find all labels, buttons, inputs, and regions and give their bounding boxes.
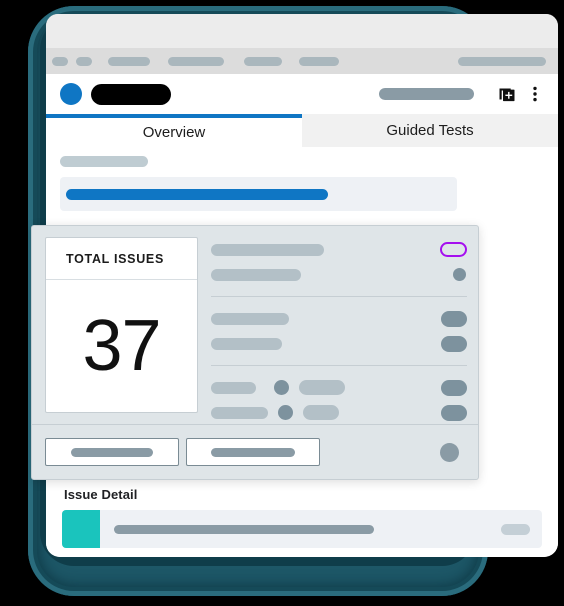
toolbar-item-placeholder-3[interactable]: [244, 56, 282, 66]
issue-detail-text-placeholder: [114, 524, 374, 534]
issue-detail-tag-placeholder: [501, 523, 530, 535]
browser-titlebar[interactable]: [46, 14, 558, 48]
total-issues-header: TOTAL ISSUES: [46, 238, 197, 280]
overflow-menu-icon[interactable]: [524, 83, 546, 105]
issue-detail-section: Issue Detail: [46, 487, 558, 548]
progress-bar-track: [60, 177, 457, 211]
issues-list: [198, 226, 478, 424]
overlay-footer-action-dot[interactable]: [440, 442, 459, 462]
issues-list-row[interactable]: [211, 400, 467, 425]
row-inline-dot: [278, 405, 293, 420]
highlighted-status-pill[interactable]: [440, 242, 467, 257]
toolbar-item-placeholder-1[interactable]: [108, 56, 150, 66]
app-title-redacted: [91, 83, 171, 105]
issue-severity-swatch: [62, 510, 100, 548]
row-inline-dot: [274, 380, 289, 395]
tab-overview-label: Overview: [142, 124, 206, 141]
row-title-placeholder: [211, 381, 256, 394]
progress-bar-fill: [66, 189, 328, 200]
row-inline-chip: [299, 380, 345, 395]
overlay-primary-button[interactable]: [45, 438, 179, 466]
total-issues-body: 37: [46, 280, 197, 412]
row-status-chip[interactable]: [441, 335, 467, 352]
row-title-placeholder: [211, 243, 324, 256]
app-header: [46, 74, 558, 114]
brand-logo-icon: [60, 83, 82, 105]
row-title-placeholder: [211, 406, 268, 419]
row-title-placeholder: [211, 268, 301, 281]
toolbar-address-placeholder[interactable]: [458, 56, 546, 66]
row-status-dot[interactable]: [453, 268, 466, 281]
issue-detail-row[interactable]: [62, 510, 542, 548]
issues-list-row[interactable]: [211, 306, 467, 331]
issue-detail-title: Issue Detail: [64, 487, 138, 502]
toolbar-back-placeholder[interactable]: [52, 56, 68, 66]
row-title-placeholder: [211, 337, 282, 350]
total-issues-title: TOTAL ISSUES: [66, 251, 164, 266]
toolbar-item-placeholder-4[interactable]: [299, 56, 339, 66]
issues-list-row[interactable]: [211, 262, 467, 287]
row-status-chip[interactable]: [441, 310, 467, 327]
issues-list-row[interactable]: [211, 375, 467, 400]
total-issues-card: TOTAL ISSUES 37: [45, 237, 198, 413]
overlay-primary-button-label-placeholder: [71, 447, 153, 457]
issues-list-row[interactable]: [211, 237, 467, 262]
header-context-placeholder[interactable]: [379, 88, 474, 100]
row-title-placeholder: [211, 312, 289, 325]
tab-guided-tests-label: Guided Tests: [386, 122, 474, 139]
issue-detail-row-body: [100, 510, 542, 548]
add-to-library-icon[interactable]: [496, 83, 518, 105]
issues-list-row[interactable]: [211, 331, 467, 356]
toolbar-item-placeholder-2[interactable]: [168, 56, 224, 66]
tab-guided-tests[interactable]: Guided Tests: [302, 114, 558, 147]
row-status-chip[interactable]: [441, 379, 467, 396]
overlay-footer: [32, 424, 478, 479]
browser-toolbar: [46, 48, 558, 74]
row-status-chip[interactable]: [441, 404, 467, 421]
browser-window: [46, 14, 558, 74]
row-inline-chip: [303, 405, 339, 420]
section-label-placeholder: [60, 156, 148, 167]
tab-overview[interactable]: Overview: [46, 114, 302, 147]
overlay-secondary-button[interactable]: [186, 438, 320, 466]
screenshot-stage: Overview Guided Tests Issue Detail TOTAL…: [0, 0, 564, 606]
issues-overlay-panel: TOTAL ISSUES 37: [31, 225, 479, 480]
issues-list-group: [211, 237, 467, 297]
toolbar-forward-placeholder[interactable]: [76, 56, 92, 66]
tab-bar: Overview Guided Tests: [46, 114, 558, 147]
total-issues-value: 37: [82, 306, 161, 386]
overlay-secondary-button-label-placeholder: [211, 447, 295, 457]
issues-list-group: [211, 306, 467, 366]
overlay-main: TOTAL ISSUES 37: [32, 226, 478, 424]
